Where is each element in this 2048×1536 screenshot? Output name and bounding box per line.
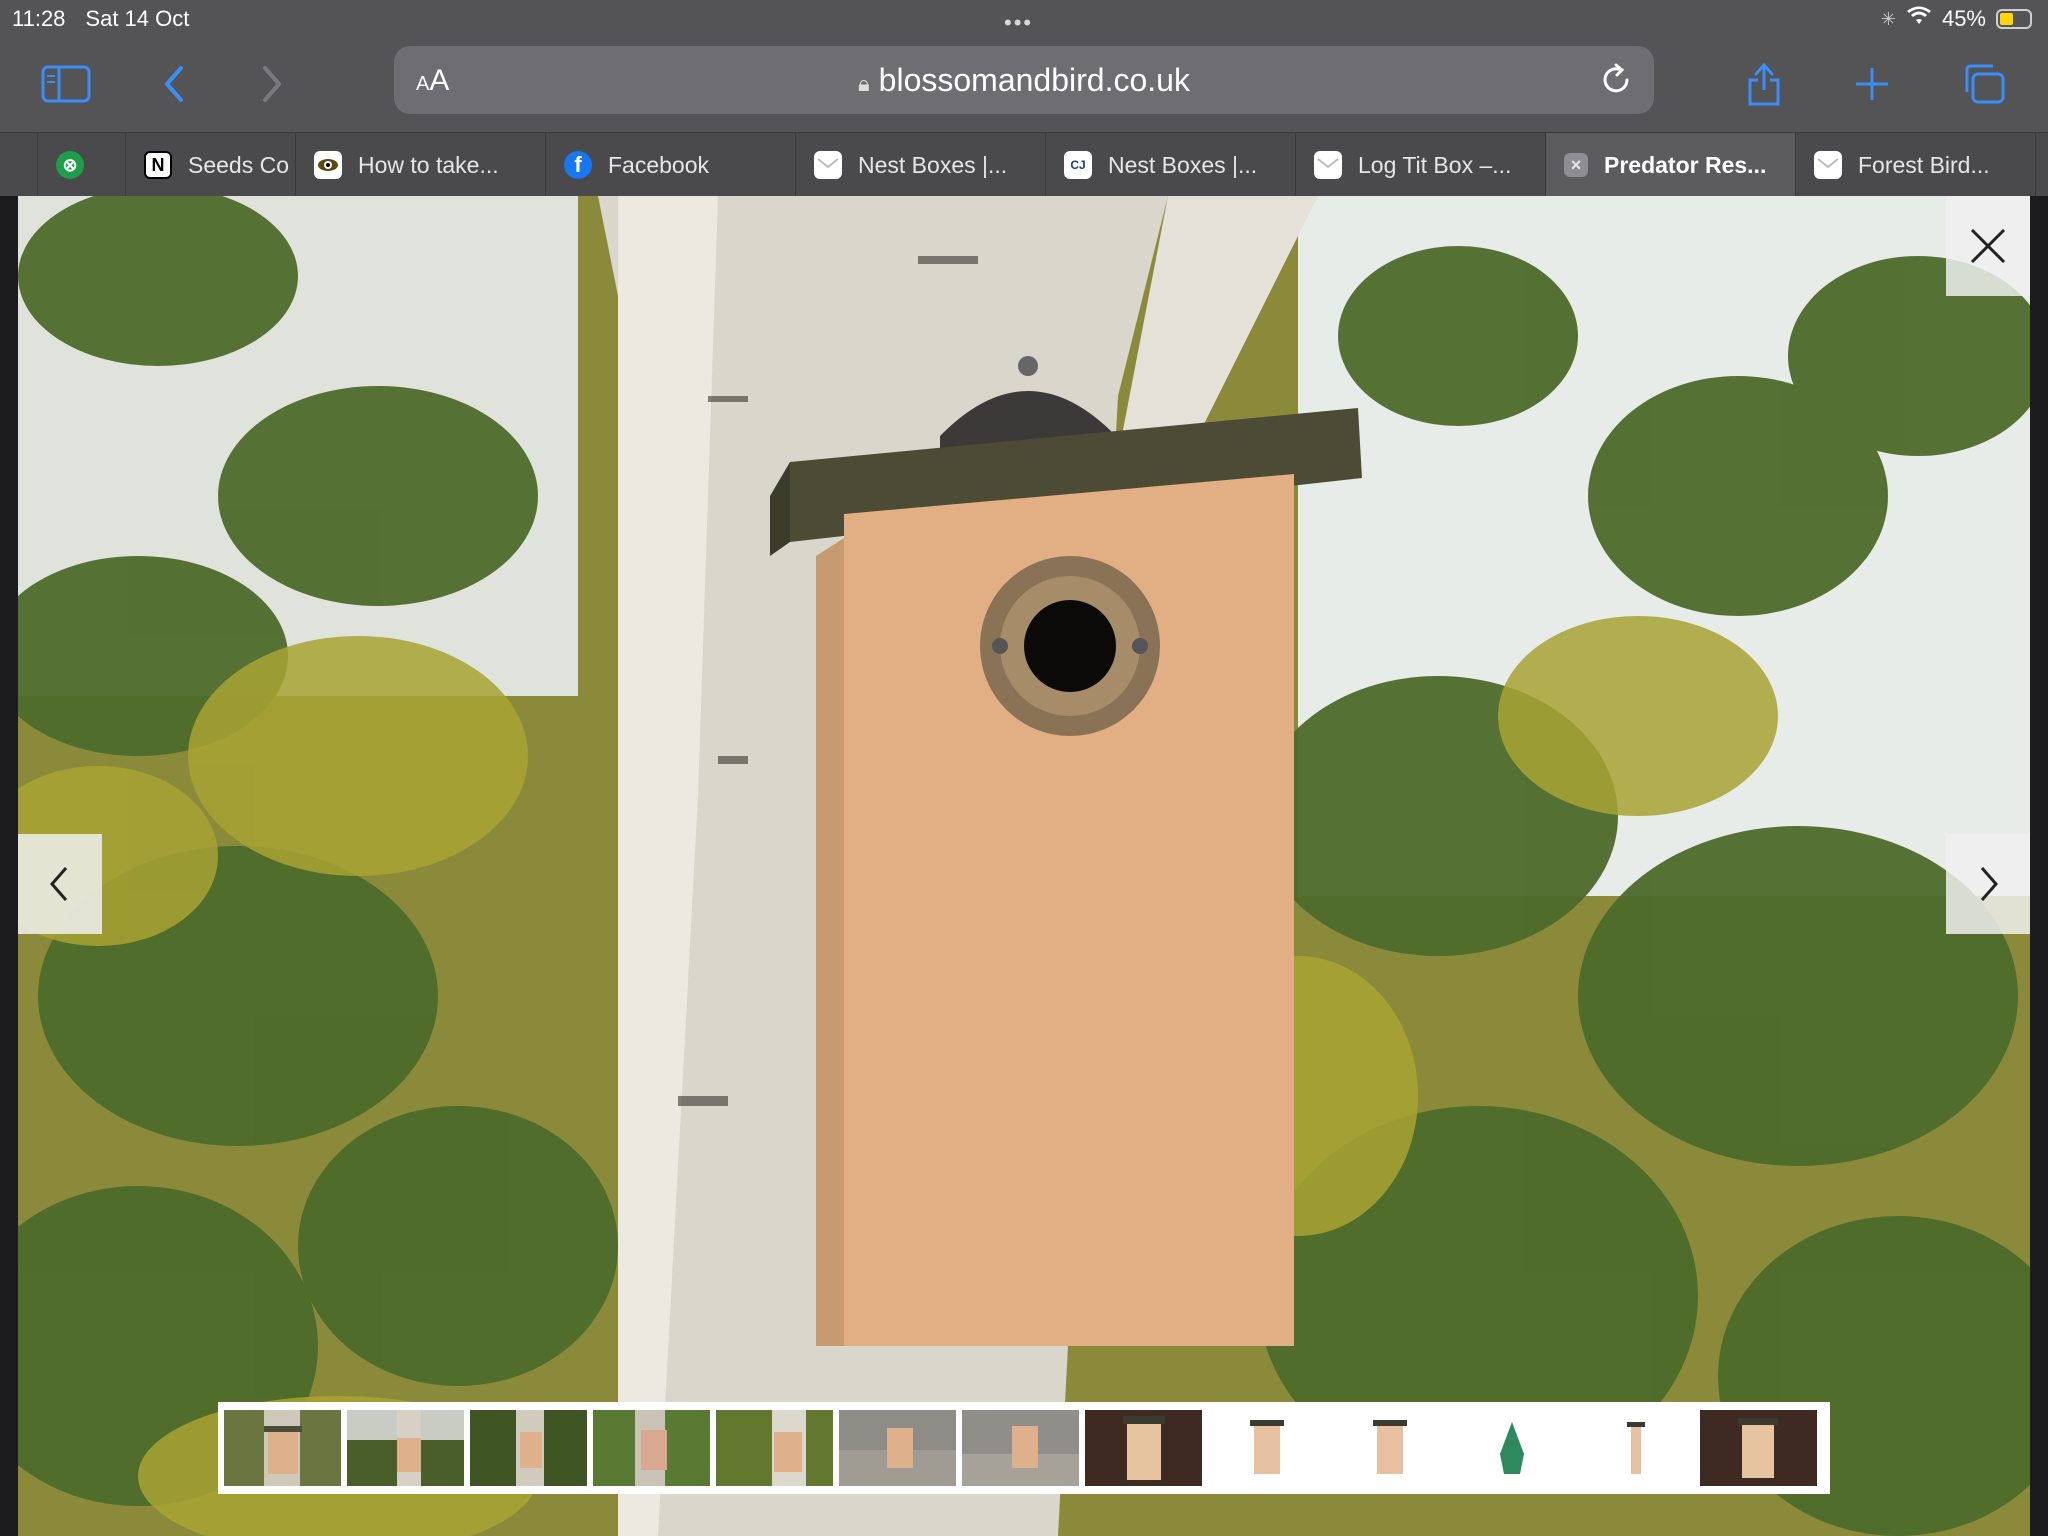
address-bar[interactable]: AA 🔒︎ blossomandbird.co.uk: [394, 46, 1654, 114]
envelope-icon: [1314, 151, 1342, 179]
sidebar-icon[interactable]: [38, 56, 94, 112]
battery-icon: [1996, 9, 2032, 29]
image-lightbox: [0, 196, 2048, 1536]
tab-label: Predator Res...: [1604, 151, 1767, 178]
tab-edge[interactable]: [0, 133, 38, 197]
thumbnail[interactable]: [1700, 1410, 1817, 1486]
reload-icon[interactable]: [1596, 60, 1636, 100]
thumbnail[interactable]: [224, 1410, 341, 1486]
tab-seeds[interactable]: N Seeds Co: [126, 133, 296, 197]
tab-nest-boxes-1[interactable]: Nest Boxes |...: [796, 133, 1046, 197]
wildlife-icon: CJ: [1064, 151, 1092, 179]
thumbnail[interactable]: [470, 1410, 587, 1486]
tab-log-tit-box[interactable]: Log Tit Box –...: [1296, 133, 1546, 197]
activity-icon: ✳: [1880, 8, 1896, 29]
next-image-button[interactable]: [1946, 834, 2030, 934]
thumbnail[interactable]: [1577, 1410, 1694, 1486]
close-tab-icon[interactable]: ×: [1564, 153, 1588, 177]
tab-forest-bird[interactable]: Forest Bird...: [1796, 133, 2036, 197]
product-photo-nest-box: [18, 196, 2030, 1536]
tab-green[interactable]: ⊗: [38, 133, 126, 197]
eye-icon: [314, 151, 342, 179]
thumbnail[interactable]: [1331, 1410, 1448, 1486]
previous-image-button[interactable]: [18, 834, 102, 934]
thumbnail[interactable]: [716, 1410, 833, 1486]
status-bar: 11:28 Sat 14 Oct ••• ✳ 45%: [0, 0, 2048, 38]
green-circle-icon: ⊗: [56, 151, 84, 179]
new-tab-icon[interactable]: [1844, 56, 1900, 112]
battery-percent: 45%: [1941, 6, 1986, 31]
back-icon[interactable]: [146, 56, 202, 112]
tabs-overview-icon[interactable]: [1956, 56, 2012, 112]
tab-label: Facebook: [608, 151, 710, 178]
n-logo-icon: N: [144, 151, 172, 179]
tab-bar: ⊗ N Seeds Co How to take... f Facebook N…: [0, 132, 2048, 197]
tab-label: Nest Boxes |...: [858, 151, 1008, 178]
url-text[interactable]: 🔒︎ blossomandbird.co.uk: [394, 62, 1654, 99]
browser-toolbar: AA 🔒︎ blossomandbird.co.uk: [0, 38, 2048, 132]
tab-label: Nest Boxes |...: [1108, 151, 1258, 178]
tab-label: Forest Bird...: [1858, 151, 1990, 178]
status-date: Sat 14 Oct: [85, 6, 190, 31]
share-icon[interactable]: [1736, 56, 1792, 112]
tab-predator-res[interactable]: × Predator Res...: [1546, 133, 1796, 197]
lock-icon: 🔒︎: [858, 71, 870, 96]
multitasking-dots-icon[interactable]: •••: [1004, 10, 1033, 36]
thumbnail[interactable]: [593, 1410, 710, 1486]
thumbnail-strip: [218, 1402, 1830, 1494]
envelope-icon: [1814, 151, 1842, 179]
thumbnail[interactable]: [347, 1410, 464, 1486]
tab-nest-boxes-2[interactable]: CJ Nest Boxes |...: [1046, 133, 1296, 197]
thumbnail[interactable]: [962, 1410, 1079, 1486]
thumbnail[interactable]: [1208, 1410, 1325, 1486]
tab-facebook[interactable]: f Facebook: [546, 133, 796, 197]
forward-icon[interactable]: [244, 56, 300, 112]
status-time: 11:28: [12, 6, 66, 31]
battery-fill: [2000, 13, 2013, 25]
facebook-icon: f: [564, 151, 592, 179]
tab-label: Log Tit Box –...: [1358, 151, 1512, 178]
thumbnail-selected[interactable]: [1082, 1407, 1205, 1489]
tab-label: How to take...: [358, 151, 499, 178]
tab-how-to-take[interactable]: How to take...: [296, 133, 546, 197]
thumbnail[interactable]: [839, 1410, 956, 1486]
envelope-icon: [814, 151, 842, 179]
close-lightbox-button[interactable]: [1946, 196, 2030, 296]
tab-label: Seeds Co: [188, 151, 290, 178]
wifi-icon: [1906, 6, 1932, 32]
thumbnail[interactable]: [1454, 1410, 1571, 1486]
